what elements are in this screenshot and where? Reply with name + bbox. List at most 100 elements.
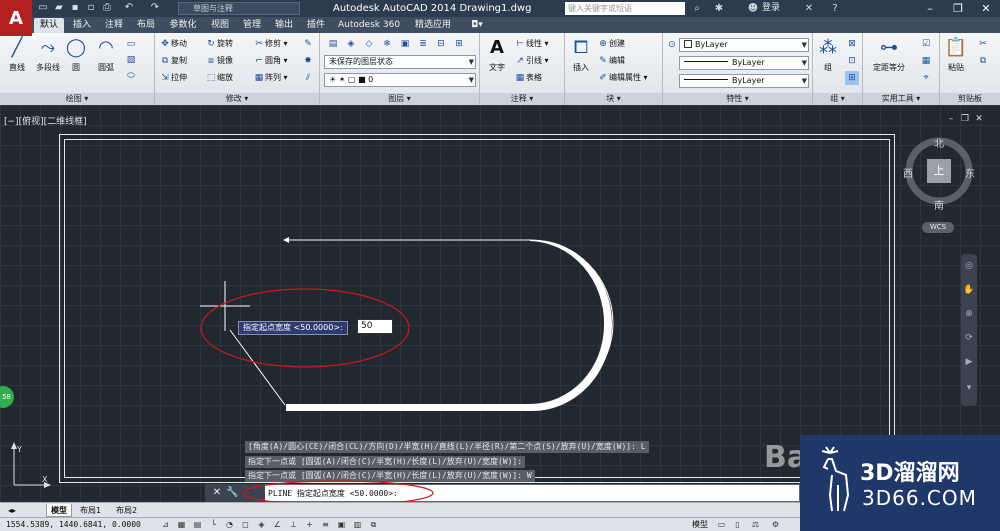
steering-wheel-icon[interactable]: ◎: [963, 260, 975, 272]
arc-button[interactable]: ◠ 圆弧: [92, 36, 120, 73]
save-icon[interactable]: ▪: [68, 2, 82, 14]
quick-properties-icon[interactable]: ▥: [352, 519, 363, 530]
object-snap-tracking-icon[interactable]: ∠: [272, 519, 283, 530]
linear-dim-button[interactable]: ⊢ 线性 ▾: [514, 37, 548, 51]
text-button[interactable]: A 文字: [484, 36, 510, 73]
panel-modify-title[interactable]: 修改 ▾: [155, 93, 319, 105]
match-properties-icon[interactable]: ⊙: [665, 38, 679, 52]
model-space-toggle[interactable]: 模型: [692, 519, 708, 531]
new-icon[interactable]: ▭: [36, 2, 50, 14]
ortho-mode-icon[interactable]: └: [208, 519, 219, 530]
quick-select-icon[interactable]: ☑: [919, 37, 933, 51]
zoom-extents-icon[interactable]: ⊕: [963, 308, 975, 320]
viewcube-top-face[interactable]: 上: [927, 159, 951, 183]
layer-merge-icon[interactable]: ⊞: [452, 37, 466, 51]
offset-icon[interactable]: ⫽: [301, 71, 315, 85]
erase-icon[interactable]: ✎: [301, 37, 315, 51]
table-button[interactable]: ▦ 表格: [514, 71, 542, 85]
dynamic-ucs-icon[interactable]: ⊥: [288, 519, 299, 530]
linetype-dropdown[interactable]: ByLayer ▼: [679, 56, 809, 70]
leader-button[interactable]: ↗ 引线 ▾: [514, 54, 548, 68]
cut-icon[interactable]: ✂: [976, 37, 990, 51]
tab-featured-apps[interactable]: 精选应用: [408, 18, 458, 33]
saveas-icon[interactable]: ▫: [84, 2, 98, 14]
group-button[interactable]: ⁂ 组: [815, 36, 841, 73]
user-icon[interactable]: ☻: [746, 2, 760, 15]
layer-walk-icon[interactable]: ⊟: [434, 37, 448, 51]
layer-dropdown[interactable]: ☀ ✶ ▢ ■ 0 ▼: [324, 73, 476, 87]
quick-view-layouts-icon[interactable]: ▭: [716, 519, 727, 530]
layer-lock-icon[interactable]: ▣: [398, 37, 412, 51]
wcs-menu-button[interactable]: WCS: [922, 222, 954, 233]
panel-clipboard-title[interactable]: 剪贴板: [940, 93, 1000, 105]
group-edit-icon[interactable]: ⊡: [845, 54, 859, 68]
tab-parametric[interactable]: 参数化: [164, 18, 202, 33]
object-snap-icon[interactable]: ◻: [240, 519, 251, 530]
mirror-button[interactable]: ⧈ 镜像: [205, 54, 233, 68]
annotation-scale-icon[interactable]: ⚖: [750, 519, 761, 530]
create-block-button[interactable]: ⊕ 创建: [597, 37, 625, 51]
login-button[interactable]: 登录: [762, 2, 780, 15]
fillet-button[interactable]: ⌐ 圆角 ▾: [253, 54, 287, 68]
panel-draw-title[interactable]: 绘图 ▾: [0, 93, 154, 105]
tab-layout[interactable]: 布局: [132, 18, 160, 33]
close-command-line-icon[interactable]: ✕: [211, 487, 223, 499]
grid-display-icon[interactable]: ▤: [192, 519, 203, 530]
lineweight-dropdown[interactable]: ByLayer ▼: [679, 74, 809, 88]
nav-settings-icon[interactable]: ▾: [963, 382, 975, 394]
color-dropdown[interactable]: ByLayer ▼: [679, 38, 809, 52]
rotate-button[interactable]: ↻ 旋转: [205, 37, 233, 51]
redo-icon[interactable]: ↷: [148, 2, 162, 14]
workspace-dropdown[interactable]: 草图与注释: [178, 2, 300, 15]
orbit-icon[interactable]: ⟳: [963, 332, 975, 344]
scale-button[interactable]: ⬚ 缩放: [205, 71, 233, 85]
line-button[interactable]: ╱ 直线: [4, 36, 30, 73]
edit-block-button[interactable]: ✎ 编辑: [597, 54, 625, 68]
dynamic-input-icon[interactable]: +: [304, 519, 315, 530]
workspace-switch-icon[interactable]: ⚙: [770, 519, 781, 530]
binoculars-icon[interactable]: ⌕: [690, 2, 704, 15]
compass-east[interactable]: 东: [965, 165, 975, 180]
tab-nav-arrows-icon[interactable]: ◂▸: [4, 504, 20, 517]
compass-north[interactable]: 北: [934, 135, 944, 150]
copy-clip-icon[interactable]: ⧉: [976, 54, 990, 68]
dynamic-input-field[interactable]: 50: [357, 319, 393, 334]
selection-cycling-icon[interactable]: ⧉: [368, 519, 379, 530]
layout-tab-layout1[interactable]: 布局1: [76, 504, 105, 517]
pan-icon[interactable]: ✋: [963, 284, 975, 296]
circle-button[interactable]: ◯ 圆: [64, 36, 88, 73]
3d-osnap-icon[interactable]: ◈: [256, 519, 267, 530]
measure-button[interactable]: ⊶ 定距等分: [867, 36, 911, 73]
panel-properties-title[interactable]: 特性 ▾: [663, 93, 812, 105]
hatch-icon[interactable]: ▧: [124, 53, 138, 67]
tab-output[interactable]: 输出: [270, 18, 298, 33]
tab-view[interactable]: 视图: [206, 18, 234, 33]
application-menu-button[interactable]: A: [0, 0, 32, 36]
layer-properties-icon[interactable]: ▤: [326, 37, 340, 51]
layer-off-icon[interactable]: ◈: [344, 37, 358, 51]
tab-plugins[interactable]: 插件: [302, 18, 330, 33]
explode-icon[interactable]: ✸: [301, 54, 315, 68]
array-button[interactable]: ▦ 阵列 ▾: [253, 71, 288, 85]
ellipse-icon[interactable]: ⬭: [124, 69, 138, 83]
panel-annotation-title[interactable]: 注释 ▾: [480, 93, 564, 105]
calculator-icon[interactable]: ▦: [919, 54, 933, 68]
polyline-button[interactable]: ⤳ 多段线: [32, 36, 64, 73]
compass-south[interactable]: 南: [934, 197, 944, 212]
panel-block-title[interactable]: 块 ▾: [565, 93, 662, 105]
close-button[interactable]: ✕: [972, 0, 1000, 17]
restore-button[interactable]: ❐: [944, 0, 972, 17]
tab-toggle-icon[interactable]: ◘▾: [464, 18, 490, 33]
move-button[interactable]: ✥ 移动: [159, 37, 187, 51]
layer-state-dropdown[interactable]: 未保存的图层状态 ▼: [324, 55, 476, 69]
layer-match-icon[interactable]: ≣: [416, 37, 430, 51]
undo-icon[interactable]: ↶: [122, 2, 136, 14]
infer-constraints-icon[interactable]: ⊿: [160, 519, 171, 530]
customize-wrench-icon[interactable]: 🔧: [226, 487, 238, 499]
id-point-icon[interactable]: ⌖: [919, 71, 933, 85]
trim-button[interactable]: ✂ 修剪 ▾: [253, 37, 287, 51]
transparency-icon[interactable]: ▣: [336, 519, 347, 530]
insert-block-button[interactable]: ⧠ 插入: [567, 36, 595, 73]
exchange-icon[interactable]: ✕: [802, 2, 816, 15]
print-icon[interactable]: ⎙: [100, 2, 114, 14]
